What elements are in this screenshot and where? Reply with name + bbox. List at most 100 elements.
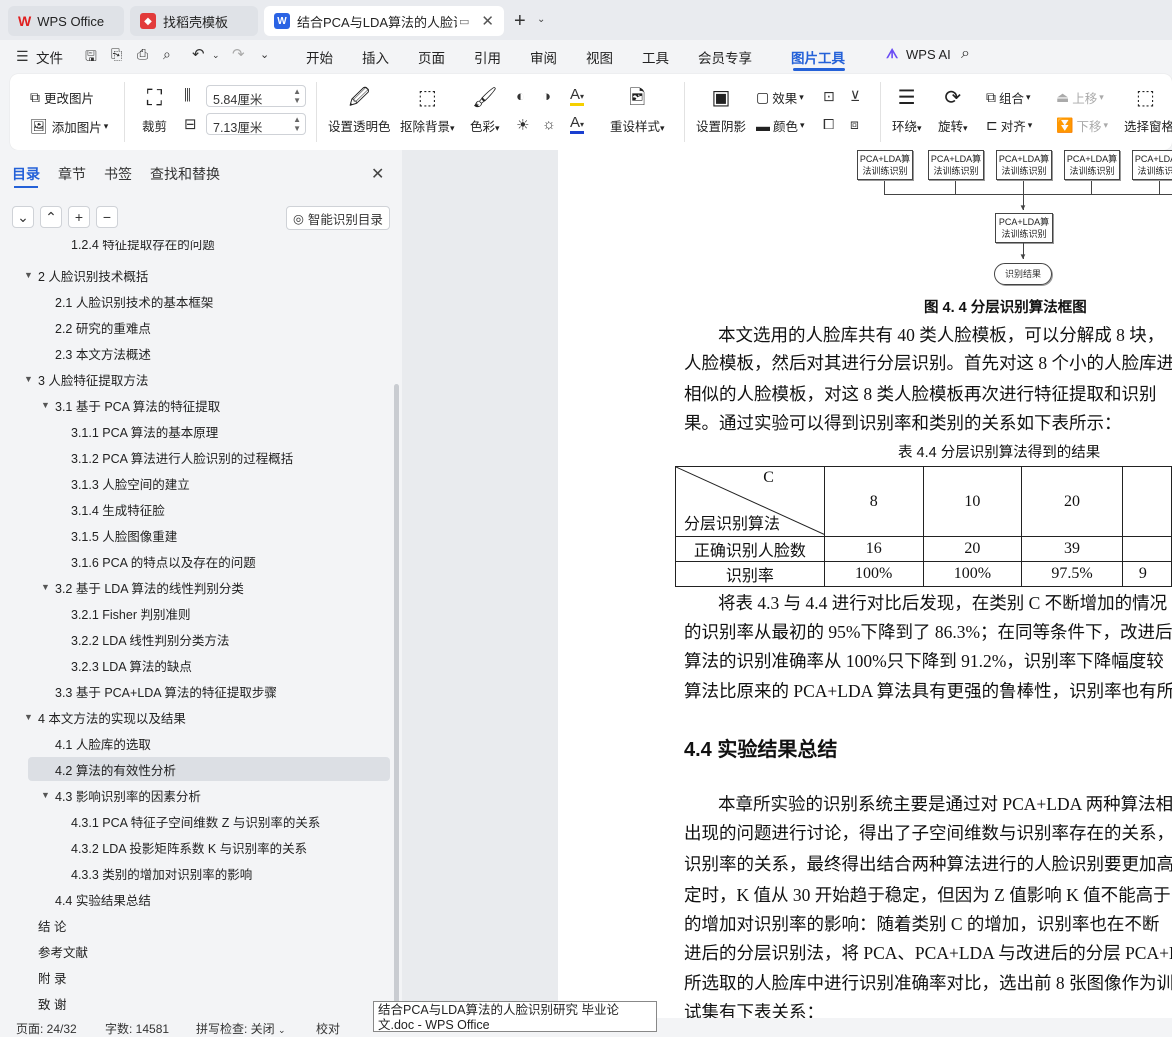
toc-item[interactable]: 结 论	[0, 913, 392, 937]
width-input[interactable]: 5.84厘米 ▲ ▼	[206, 85, 306, 107]
spinner-arrows-icon[interactable]: ▲ ▼	[293, 115, 301, 133]
compress-icon[interactable]: ⊻	[850, 88, 860, 105]
menu-reference[interactable]: 引用	[474, 47, 501, 67]
brightness-down-icon[interactable]: ☼	[542, 116, 556, 133]
brightness-icon[interactable]: ◐	[516, 88, 525, 105]
expand-triangle-icon[interactable]: ▼	[24, 270, 33, 280]
toc-item[interactable]: ▼ 4 本文方法的实现以及结果	[0, 705, 392, 729]
panel-tab-bookmark[interactable]: 书签	[104, 164, 132, 184]
font-color-icon[interactable]: A▾	[570, 114, 585, 134]
close-tab-icon[interactable]: ✕	[481, 12, 494, 30]
brightness-up-icon[interactable]: ☀	[516, 116, 529, 134]
undo-chevron-icon[interactable]: ⌄	[212, 50, 220, 61]
layout-icon[interactable]: ⧠	[823, 116, 834, 133]
expand-triangle-icon[interactable]: ▼	[24, 712, 33, 722]
toc-item[interactable]: ▼ 3.2 基于 LDA 算法的线性判别分类	[0, 575, 392, 599]
panel-tab-find-replace[interactable]: 查找和替换	[150, 164, 220, 184]
panel-tab-chapter[interactable]: 章节	[58, 164, 86, 184]
toc-item[interactable]: 致 谢	[0, 991, 392, 1015]
rotate-button[interactable]: ⟳ 旋转▾	[938, 86, 968, 135]
redo-icon[interactable]: ↷	[232, 45, 245, 63]
expand-button[interactable]: ⌃	[40, 206, 62, 228]
toc-item[interactable]: 4.4 实验结果总结	[0, 887, 392, 911]
color-tone-button[interactable]: 🖌 色彩▾	[470, 86, 500, 135]
size-icon[interactable]: ⧈	[850, 116, 859, 133]
height-input[interactable]: 7.13厘米 ▲ ▼	[206, 113, 306, 135]
toc-item[interactable]: 3.1.5 人脸图像重建	[0, 523, 392, 547]
toc-item[interactable]: 2.3 本文方法概述	[0, 341, 392, 365]
toc-item[interactable]: ▼ 4.3 影响识别率的因素分析	[0, 783, 392, 807]
toc-item[interactable]: 4.2 算法的有效性分析	[28, 757, 390, 781]
menu-page[interactable]: 页面	[418, 47, 445, 67]
group-button[interactable]: ⧉ 组合 ▾	[986, 88, 1031, 107]
effect-button[interactable]: ▢ 效果 ▾	[756, 88, 804, 107]
tab-template[interactable]: ◆ 找稻壳模板	[130, 6, 258, 36]
toc-item[interactable]: 3.3 基于 PCA+LDA 算法的特征提取步骤	[0, 679, 392, 703]
menu-view[interactable]: 视图	[586, 47, 613, 67]
change-image-button[interactable]: ⧉ 更改图片	[30, 88, 94, 107]
toc-item[interactable]: 3.1.1 PCA 算法的基本原理	[0, 419, 392, 443]
panel-tab-toc[interactable]: 目录	[12, 164, 40, 184]
expand-triangle-icon[interactable]: ▼	[41, 790, 50, 800]
tab-document[interactable]: W 结合PCA与LDA算法的人脸识别 ▭ ✕	[264, 6, 504, 36]
new-tab-icon[interactable]: +	[514, 10, 526, 33]
toc-item[interactable]: 附 录	[0, 965, 392, 989]
move-down-button[interactable]: ⏬ 下移 ▾	[1056, 116, 1108, 135]
menu-picture-tools[interactable]: 图片工具	[791, 47, 845, 67]
set-transparent-button[interactable]: 🖉 设置透明色	[328, 86, 391, 135]
toc-item[interactable]: 参考文献	[0, 939, 392, 963]
fill-color-button[interactable]: ▬ 颜色 ▾	[756, 116, 805, 135]
menu-wps-ai[interactable]: WPS AI	[906, 47, 951, 62]
highlight-color-icon[interactable]: A▾	[570, 86, 585, 106]
menu-insert[interactable]: 插入	[362, 47, 389, 67]
toc-item[interactable]: 1.2.4 特征提取存在的问题	[0, 240, 392, 254]
toc-item[interactable]: 3.1.3 人脸空间的建立	[0, 471, 392, 495]
spell-check-toggle[interactable]: 拼写检查: 关闭 ⌄	[196, 1020, 286, 1037]
word-count[interactable]: 字数: 14581	[105, 1020, 169, 1037]
tab-wps-office[interactable]: W WPS Office	[8, 6, 124, 36]
toc-item[interactable]: ▼ 3 人脸特征提取方法	[0, 367, 392, 391]
collapse-button[interactable]: ⌄	[12, 206, 34, 228]
menu-member[interactable]: 会员专享	[698, 47, 752, 67]
export-icon[interactable]: ⎘	[111, 46, 122, 63]
selection-pane-button[interactable]: ⬚ 选择窗格	[1124, 86, 1172, 135]
toc-item[interactable]: 3.2.1 Fisher 判别准则	[0, 601, 392, 625]
toc-item[interactable]: ▼ 2 人脸识别技术概括	[0, 263, 392, 287]
panel-scrollbar[interactable]	[394, 384, 399, 1004]
menu-file[interactable]: 文件	[36, 47, 63, 67]
insert-caption-icon[interactable]: ⊡	[823, 88, 835, 105]
set-shadow-button[interactable]: ▣ 设置阴影	[696, 86, 746, 135]
smart-toc-button[interactable]: ◎ 智能识别目录	[286, 206, 390, 230]
menu-review[interactable]: 审阅	[530, 47, 557, 67]
contrast-icon[interactable]: ◑	[542, 88, 551, 105]
tab-list-chevron-icon[interactable]: ⌄	[537, 14, 545, 25]
toc-item[interactable]: 3.1.6 PCA 的特点以及存在的问题	[0, 549, 392, 573]
search-icon[interactable]: ⌕	[961, 45, 970, 63]
wrap-button[interactable]: ☰ 环绕▾	[892, 86, 922, 135]
toc-item[interactable]: 3.2.3 LDA 算法的缺点	[0, 653, 392, 677]
remove-background-button[interactable]: ⬚ 抠除背景▾	[400, 86, 455, 135]
remove-heading-button[interactable]: −	[96, 206, 118, 228]
toc-item[interactable]: 2.1 人脸识别技术的基本框架	[0, 289, 392, 313]
print-icon[interactable]: ⎙	[137, 46, 148, 63]
toc-item[interactable]: ▼ 3.1 基于 PCA 算法的特征提取	[0, 393, 392, 417]
close-panel-icon[interactable]: ✕	[371, 164, 384, 184]
menu-home[interactable]: 开始	[306, 47, 333, 67]
proofread-button[interactable]: 校对	[316, 1020, 340, 1037]
save-icon[interactable]: 🖫	[85, 46, 97, 70]
hamburger-icon[interactable]: ☰	[16, 48, 29, 65]
toc-item[interactable]: 3.1.4 生成特征脸	[0, 497, 392, 521]
expand-triangle-icon[interactable]: ▼	[24, 374, 33, 384]
toc-item[interactable]: 4.3.2 LDA 投影矩阵系数 K 与识别率的关系	[0, 835, 392, 859]
print-preview-icon[interactable]: ⌕	[163, 46, 171, 63]
align-button[interactable]: ⊏ 对齐 ▾	[986, 116, 1032, 135]
undo-icon[interactable]: ↶	[192, 45, 205, 63]
menu-tools[interactable]: 工具	[642, 47, 669, 67]
toc-item[interactable]: 4.1 人脸库的选取	[0, 731, 392, 755]
reset-style-button[interactable]: 🖻 重设样式▾	[610, 86, 665, 135]
expand-triangle-icon[interactable]: ▼	[41, 400, 50, 410]
toc-item[interactable]: 2.2 研究的重难点	[0, 315, 392, 339]
add-image-button[interactable]: 🖼 添加图片 ▾	[30, 117, 108, 136]
more-chevron-icon[interactable]: ⌄	[260, 48, 269, 61]
toc-item[interactable]: 3.2.2 LDA 线性判别分类方法	[0, 627, 392, 651]
